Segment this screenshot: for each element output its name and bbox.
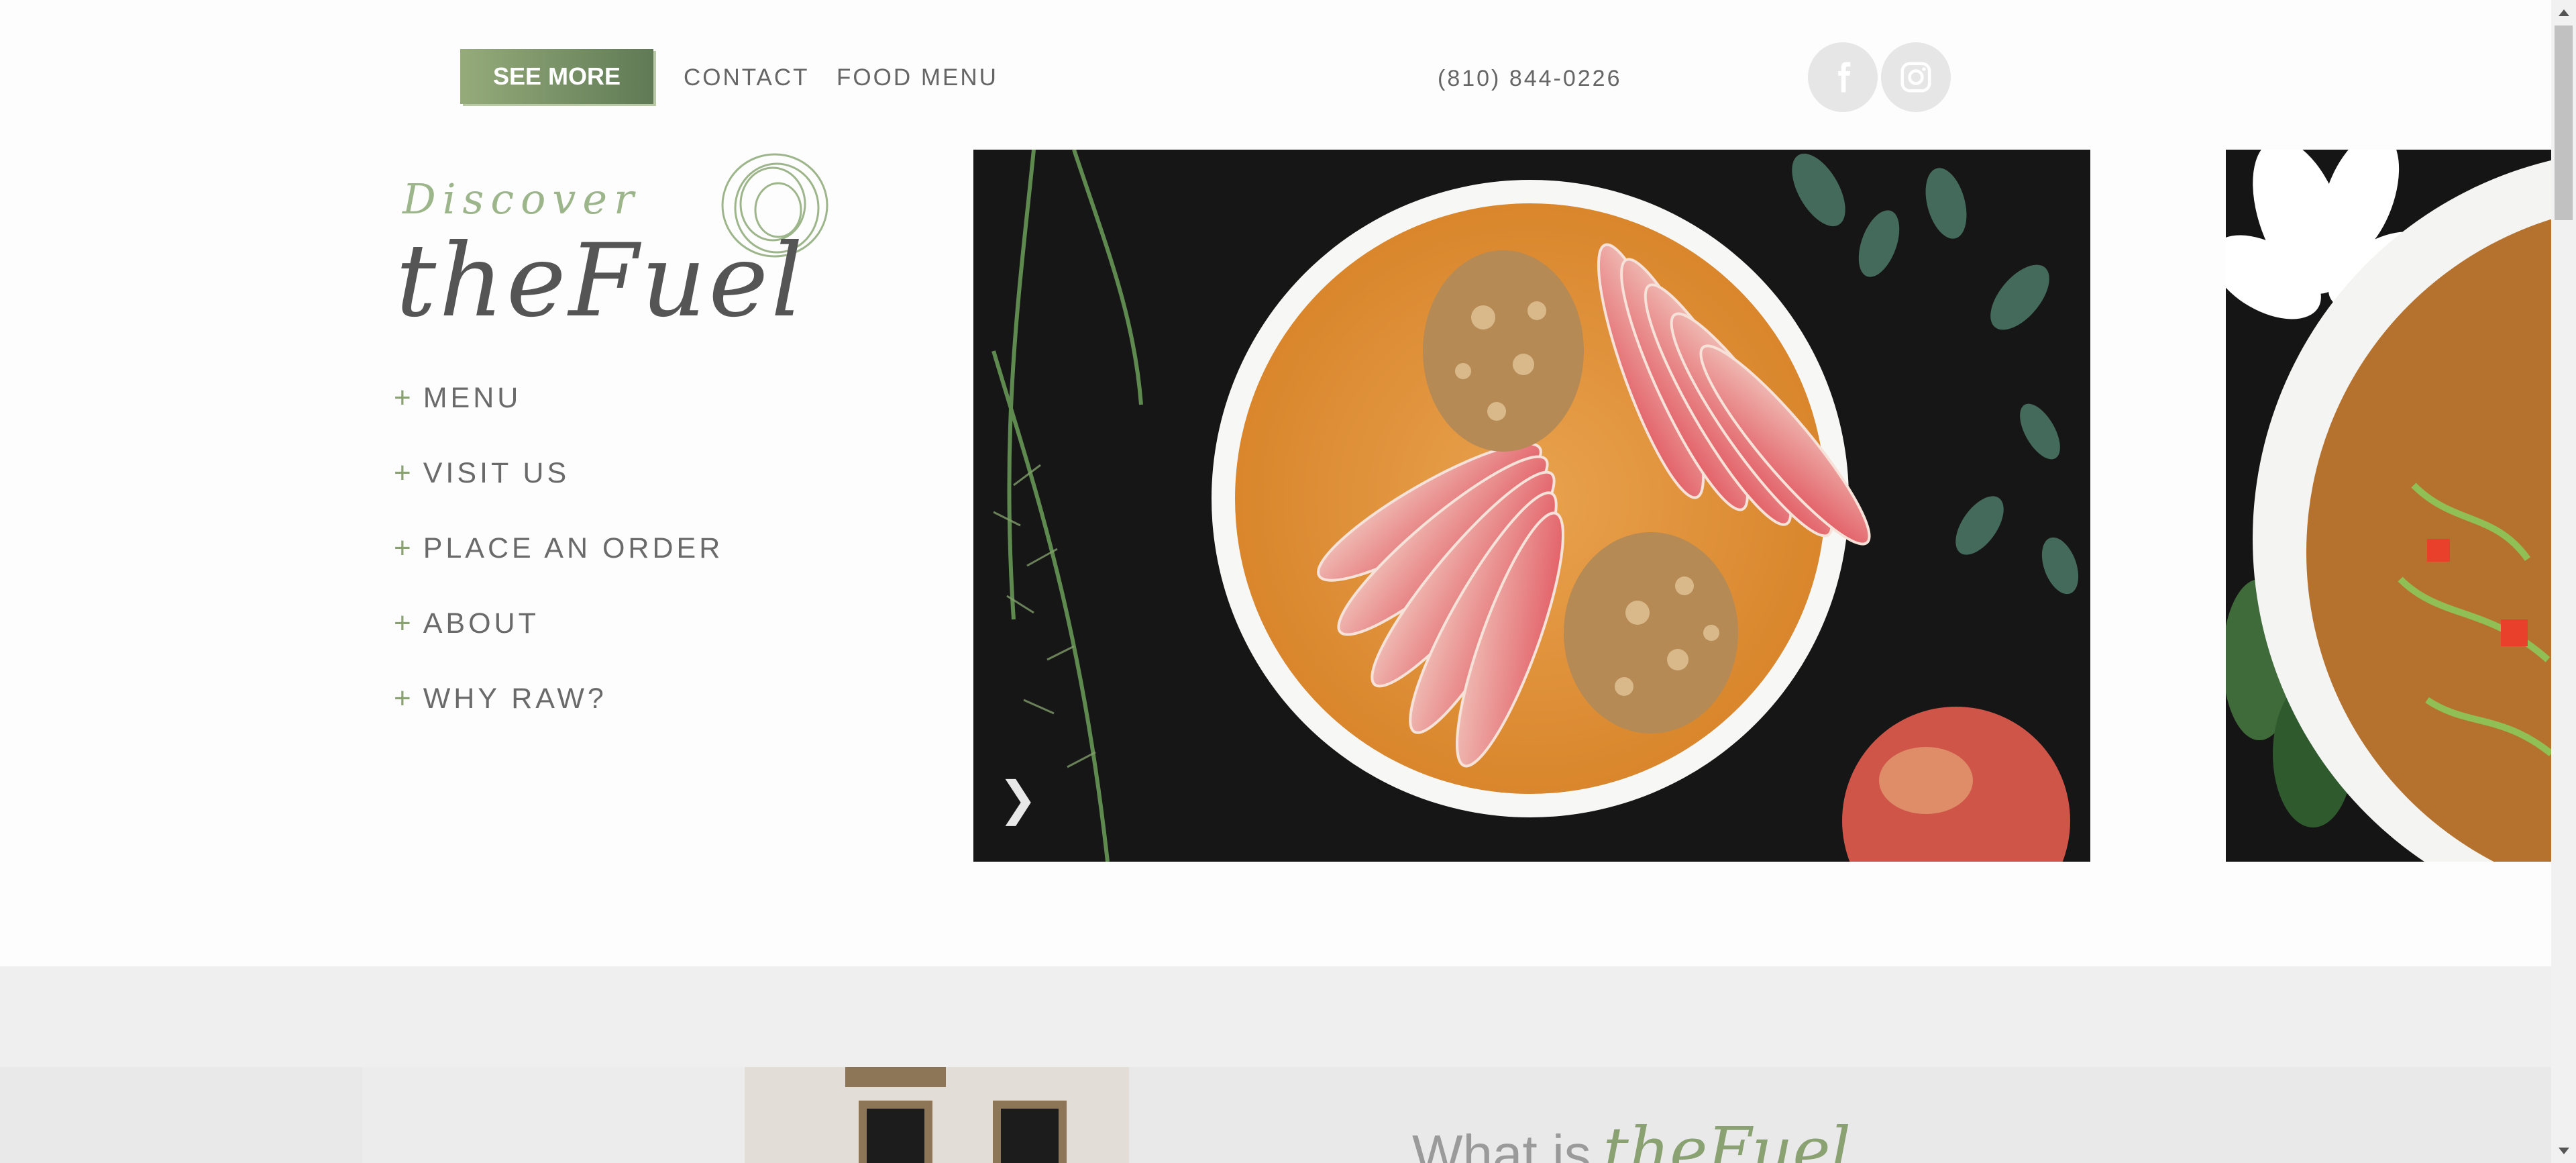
plus-icon: + [394,456,411,489]
slider-next-arrow[interactable]: ❯ [998,775,1038,822]
phone-number[interactable]: (810) 844-0226 [1438,66,1622,92]
scrollbar-thumb[interactable] [2555,26,2573,220]
see-more-button[interactable]: SEE MORE [460,49,653,104]
logo-discover-text: Discover [402,174,641,223]
plus-icon: + [394,682,411,715]
triangle-up-icon [2558,9,2569,16]
nav-item-label: WHY RAW? [423,682,607,715]
nav-item-label: VISIT US [423,456,570,489]
nav-item-visit-us[interactable]: + VISIT US [394,456,570,490]
facebook-button[interactable] [1808,42,1878,112]
instagram-button[interactable] [1881,42,1951,112]
plus-icon: + [394,381,411,414]
instagram-icon [1900,62,1931,93]
nav-item-about[interactable]: + ABOUT [394,607,539,640]
hero-slide-next-image [2226,150,2551,862]
nav-item-why-raw[interactable]: + WHY RAW? [394,682,607,715]
logo-the-fuel-text: theFuel [396,223,806,340]
plus-icon: + [394,532,411,564]
nav-item-label: PLACE AN ORDER [423,532,724,564]
facebook-icon [1838,62,1851,93]
scroll-up-button[interactable] [2551,0,2576,25]
nav-item-label: MENU [423,381,522,414]
scroll-down-button[interactable] [2551,1138,2576,1163]
discover-the-fuel-logo[interactable]: Discover theFuel [389,146,852,361]
hero-slide-image [973,150,2090,862]
heading-lead-text: What is [1412,1124,1591,1163]
triangle-down-icon [2558,1147,2569,1154]
heading-brand-text: theFuel [1603,1114,1851,1163]
food-menu-link[interactable]: FOOD MENU [837,64,998,91]
contact-link[interactable]: CONTACT [684,64,810,91]
plus-icon: + [394,607,411,640]
nav-item-label: ABOUT [423,607,539,640]
nav-item-menu[interactable]: + MENU [394,381,521,415]
cafe-interior-image [362,1067,1129,1163]
nav-item-place-an-order[interactable]: + PLACE AN ORDER [394,532,723,565]
about-section-heading: What is theFuel [1412,1114,1851,1163]
